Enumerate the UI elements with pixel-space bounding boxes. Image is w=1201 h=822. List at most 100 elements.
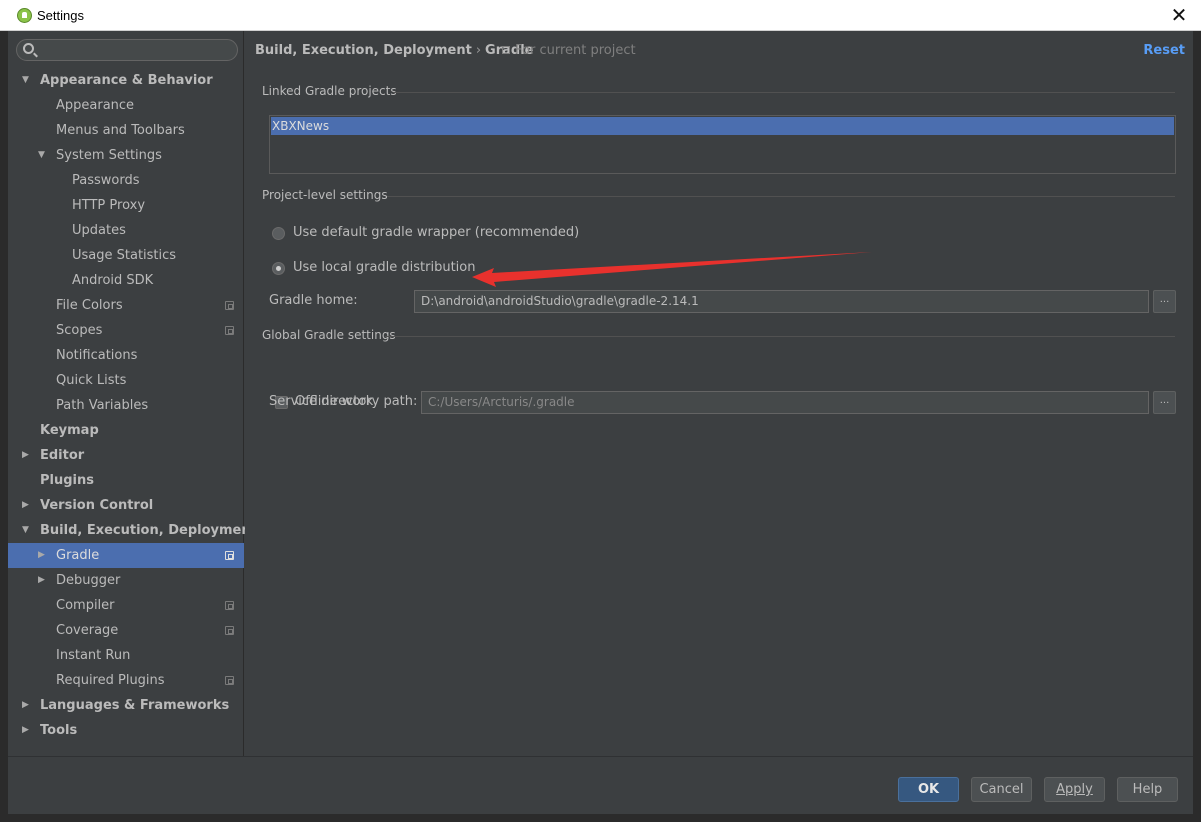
service-dir-label: Service directory path: (269, 394, 418, 409)
collapse-arrow-icon[interactable]: ▶ (38, 568, 48, 593)
project-level-title: Project-level settings (262, 188, 388, 202)
sidebar-item-file-colors[interactable]: File Colors (8, 293, 244, 318)
sidebar-item-tools[interactable]: ▶ Tools (8, 718, 244, 743)
sidebar-item-debugger[interactable]: ▶ Debugger (8, 568, 244, 593)
sidebar-item-quick-lists[interactable]: Quick Lists (8, 368, 244, 393)
collapse-arrow-icon[interactable]: ▶ (22, 493, 32, 518)
close-icon[interactable]: ✕ (1168, 4, 1190, 26)
section-divider (393, 92, 1175, 93)
linked-projects-list[interactable]: XBXNews (269, 115, 1176, 174)
window-border-bottom (0, 814, 1201, 822)
cancel-button[interactable]: Cancel (971, 777, 1032, 802)
service-dir-field[interactable]: C:/Users/Arcturis/.gradle (421, 391, 1149, 414)
dialog-button-bar: OK Cancel Apply Help (8, 756, 1193, 814)
sidebar-item-notifications[interactable]: Notifications (8, 343, 244, 368)
sidebar-item-appearance-behavior[interactable]: ▼ Appearance & Behavior (8, 68, 244, 93)
sidebar-item-menus-and-toolbars[interactable]: Menus and Toolbars (8, 118, 244, 143)
sidebar-item-label: Keymap (40, 423, 99, 438)
sidebar-item-label: Scopes (56, 323, 103, 338)
project-scope-icon (225, 601, 234, 610)
help-button[interactable]: Help (1117, 777, 1178, 802)
window-border-left (0, 31, 8, 822)
android-studio-icon (17, 8, 32, 23)
sidebar-item-updates[interactable]: Updates (8, 218, 244, 243)
sidebar-item-usage-statistics[interactable]: Usage Statistics (8, 243, 244, 268)
sidebar-item-label: Android SDK (72, 273, 154, 288)
sidebar-item-label: Version Control (40, 498, 154, 513)
ok-button[interactable]: OK (898, 777, 959, 802)
sidebar-item-editor[interactable]: ▶ Editor (8, 443, 244, 468)
gradle-home-label: Gradle home: (269, 293, 358, 308)
window-title: Settings (37, 8, 84, 23)
sidebar-item-plugins[interactable]: Plugins (8, 468, 244, 493)
sidebar-item-appearance[interactable]: Appearance (8, 93, 244, 118)
sidebar-item-gradle[interactable]: ▶ Gradle (8, 543, 244, 568)
sidebar-item-label: Languages & Frameworks (40, 698, 230, 713)
section-divider (385, 336, 1175, 337)
gradle-settings-panel: Build, Execution, Deployment › Gradle For … (245, 31, 1193, 756)
collapse-arrow-icon[interactable]: ▶ (22, 693, 32, 718)
radio-button-checked[interactable] (272, 262, 285, 275)
sidebar-item-label: Instant Run (56, 648, 131, 663)
radio-button-unchecked[interactable] (272, 227, 285, 240)
scope-note: For current project (502, 43, 636, 58)
sidebar-item-path-variables[interactable]: Path Variables (8, 393, 244, 418)
sidebar-item-label: File Colors (56, 298, 123, 313)
project-scope-icon (225, 326, 234, 335)
sidebar-item-label: Coverage (56, 623, 119, 638)
sidebar-item-coverage[interactable]: Coverage (8, 618, 244, 643)
sidebar-item-keymap[interactable]: Keymap (8, 418, 244, 443)
sidebar-item-languages-frameworks[interactable]: ▶ Languages & Frameworks (8, 693, 244, 718)
sidebar-item-label: System Settings (56, 148, 162, 163)
sidebar-item-version-control[interactable]: ▶ Version Control (8, 493, 244, 518)
settings-tree: ▼ Appearance & Behavior Appearance Menus an… (8, 68, 257, 743)
sidebar-item-label: Build, Execution, Deployment (40, 523, 257, 538)
sidebar-item-build-execution-deployment[interactable]: ▼ Build, Execution, Deployment (8, 518, 257, 543)
sidebar-item-label: Compiler (56, 598, 115, 613)
sidebar-item-http-proxy[interactable]: HTTP Proxy (8, 193, 244, 218)
project-scope-icon (225, 676, 234, 685)
sidebar-item-required-plugins[interactable]: Required Plugins (8, 668, 244, 693)
apply-button-label: Apply (1056, 782, 1093, 797)
search-input[interactable] (16, 39, 238, 61)
sidebar-item-scopes[interactable]: Scopes (8, 318, 244, 343)
collapse-arrow-icon[interactable]: ▶ (22, 443, 32, 468)
expand-arrow-icon[interactable]: ▼ (22, 68, 32, 93)
reset-link[interactable]: Reset (1143, 43, 1185, 58)
project-scope-icon (225, 626, 234, 635)
sidebar-item-label: Appearance (56, 98, 135, 113)
scope-note-text: For current project (515, 43, 636, 58)
sidebar-item-label: Path Variables (56, 398, 149, 413)
sidebar-item-label: HTTP Proxy (72, 198, 146, 213)
sidebar-item-android-sdk[interactable]: Android SDK (8, 268, 244, 293)
project-scope-icon (502, 46, 510, 54)
linked-projects-title: Linked Gradle projects (262, 84, 397, 98)
global-settings-title: Global Gradle settings (262, 328, 396, 342)
sidebar-item-passwords[interactable]: Passwords (8, 168, 244, 193)
project-scope-icon (225, 551, 234, 560)
sidebar-item-label: Debugger (56, 573, 121, 588)
expand-arrow-icon[interactable]: ▼ (22, 518, 32, 543)
sidebar-item-label: Appearance & Behavior (40, 73, 213, 88)
apply-button[interactable]: Apply (1044, 777, 1105, 802)
sidebar-item-label: Passwords (72, 173, 140, 188)
gradle-home-browse-button[interactable]: ... (1153, 290, 1176, 313)
settings-sidebar: ▼ Appearance & Behavior Appearance Menus an… (8, 31, 257, 756)
sidebar-item-label: Notifications (56, 348, 138, 363)
gradle-home-field[interactable]: D:\android\androidStudio\gradle\gradle-2… (414, 290, 1149, 313)
service-dir-browse-button[interactable]: ... (1153, 391, 1176, 414)
sidebar-item-instant-run[interactable]: Instant Run (8, 643, 244, 668)
linked-project-item[interactable]: XBXNews (271, 117, 1174, 135)
sidebar-item-label: Menus and Toolbars (56, 123, 185, 138)
sidebar-item-compiler[interactable]: Compiler (8, 593, 244, 618)
search-icon (23, 43, 34, 54)
expand-arrow-icon[interactable]: ▼ (38, 143, 48, 168)
collapse-arrow-icon[interactable]: ▶ (38, 543, 48, 568)
sidebar-item-label: Quick Lists (56, 373, 127, 388)
title-bar: Settings ✕ (0, 0, 1201, 31)
default-wrapper-label: Use default gradle wrapper (recommended) (293, 225, 580, 240)
section-divider (387, 196, 1175, 197)
collapse-arrow-icon[interactable]: ▶ (22, 718, 32, 743)
sidebar-item-system-settings[interactable]: ▼ System Settings (8, 143, 244, 168)
sidebar-item-label: Usage Statistics (72, 248, 177, 263)
